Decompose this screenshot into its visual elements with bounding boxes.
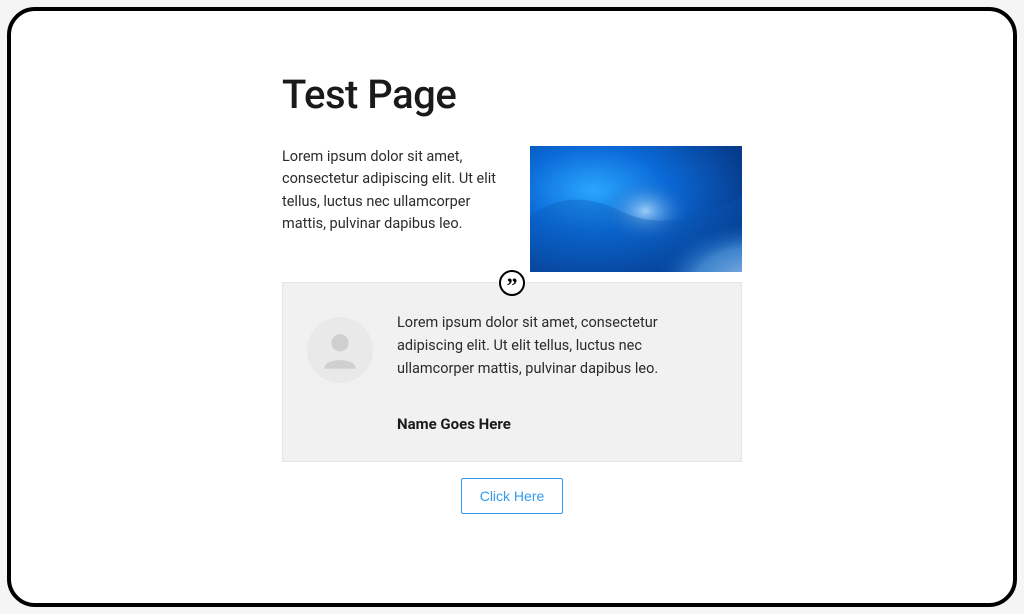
hero-image xyxy=(530,146,742,272)
cta-row: Click Here xyxy=(282,478,742,514)
page-frame: Test Page Lorem ipsum dolor sit amet, co… xyxy=(7,7,1017,607)
click-here-button[interactable]: Click Here xyxy=(461,478,564,514)
testimonial-text: Lorem ipsum dolor sit amet, consectetur … xyxy=(397,311,707,381)
testimonial-body: Lorem ipsum dolor sit amet, consectetur … xyxy=(397,311,707,433)
avatar xyxy=(307,317,373,383)
person-icon xyxy=(317,327,363,373)
intro-row: Lorem ipsum dolor sit amet, consectetur … xyxy=(282,146,742,272)
page-content: Test Page Lorem ipsum dolor sit amet, co… xyxy=(282,71,742,514)
intro-text: Lorem ipsum dolor sit amet, consectetur … xyxy=(282,146,506,272)
blue-abstract-image xyxy=(530,146,742,272)
testimonial-card: ” Lorem ipsum dolor sit amet, consectetu… xyxy=(282,282,742,462)
testimonial-name: Name Goes Here xyxy=(397,415,707,433)
quote-icon: ” xyxy=(499,270,525,296)
page-title: Test Page xyxy=(282,71,742,118)
